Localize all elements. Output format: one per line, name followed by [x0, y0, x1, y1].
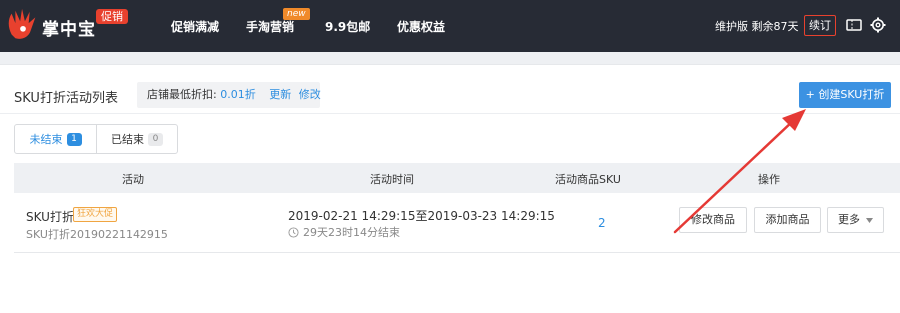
activity-time-range: 2019-02-21 14:29:15至2019-03-23 14:29:15 — [288, 209, 555, 223]
table-header: 活动 活动时间 活动商品SKU 操作 — [14, 163, 900, 193]
nav-item-benefits[interactable]: 优惠权益 — [397, 18, 445, 35]
more-label: 更多 — [838, 213, 860, 226]
sku-count-link[interactable]: 2 — [598, 216, 606, 230]
nav-item-full-reduction[interactable]: 促销满减 — [171, 18, 219, 35]
promo-tag: 促销 — [96, 9, 128, 24]
tab-ended[interactable]: 已结束 0 — [97, 125, 177, 153]
activity-list-card: SKU打折活动列表 店铺最低折扣: 0.01折 更新 修改 + 创建SKU打折 … — [0, 64, 900, 313]
version-info: 维护版 剩余87天 — [715, 20, 799, 33]
min-discount-value: 0.01折 — [220, 88, 256, 101]
column-header-sku: 活动商品SKU — [555, 173, 621, 186]
clock-icon — [288, 226, 299, 238]
column-header-time: 活动时间 — [370, 173, 414, 186]
activity-id: SKU打折20190221142915 — [26, 228, 168, 241]
gear-icon[interactable] — [869, 16, 887, 34]
tab-ongoing[interactable]: 未结束 1 — [15, 125, 97, 153]
column-header-activity: 活动 — [122, 173, 144, 186]
caret-down-icon — [866, 217, 873, 223]
add-products-button[interactable]: 添加商品 — [754, 207, 821, 233]
status-tabs: 未结束 1 已结束 0 — [14, 124, 178, 154]
column-header-actions: 操作 — [758, 173, 780, 186]
count-badge: 1 — [66, 132, 82, 146]
min-discount-label: 店铺最低折扣: — [147, 88, 217, 101]
activity-name: SKU打折 — [26, 210, 74, 224]
ticket-icon[interactable] — [845, 16, 863, 34]
nav-item-free-shipping[interactable]: 9.9包邮 — [325, 18, 370, 35]
edit-link[interactable]: 修改 — [299, 88, 321, 101]
renew-button[interactable]: 续订 — [804, 15, 836, 36]
table-row: SKU打折 狂欢大促 SKU打折20190221142915 2019-02-2… — [14, 193, 900, 253]
activity-tag: 狂欢大促 — [73, 207, 118, 222]
hand-logo-icon — [8, 8, 36, 39]
tab-label: 已结束 — [111, 133, 144, 146]
divider — [0, 113, 900, 114]
top-navigation-bar: 掌中宝 促销 促销满减 手淘营销 new 9.9包邮 优惠权益 维护版 剩余87… — [0, 0, 900, 52]
brand-name: 掌中宝 — [42, 20, 96, 40]
count-badge: 0 — [148, 132, 163, 146]
min-discount-box: 店铺最低折扣: 0.01折 更新 修改 — [137, 82, 321, 108]
edit-products-button[interactable]: 修改商品 — [679, 207, 747, 233]
remaining-time-text: 29天23时14分结束 — [303, 226, 400, 239]
nav-item-mobile-taobao-marketing[interactable]: 手淘营销 — [246, 18, 294, 35]
create-sku-discount-button[interactable]: + 创建SKU打折 — [799, 82, 891, 108]
more-dropdown-button[interactable]: 更多 — [827, 207, 884, 233]
update-link[interactable]: 更新 — [269, 88, 291, 101]
page-title: SKU打折活动列表 — [14, 91, 118, 106]
new-badge: new — [283, 8, 310, 20]
tab-label: 未结束 — [29, 133, 63, 146]
remaining-time: 29天23时14分结束 — [288, 224, 400, 240]
